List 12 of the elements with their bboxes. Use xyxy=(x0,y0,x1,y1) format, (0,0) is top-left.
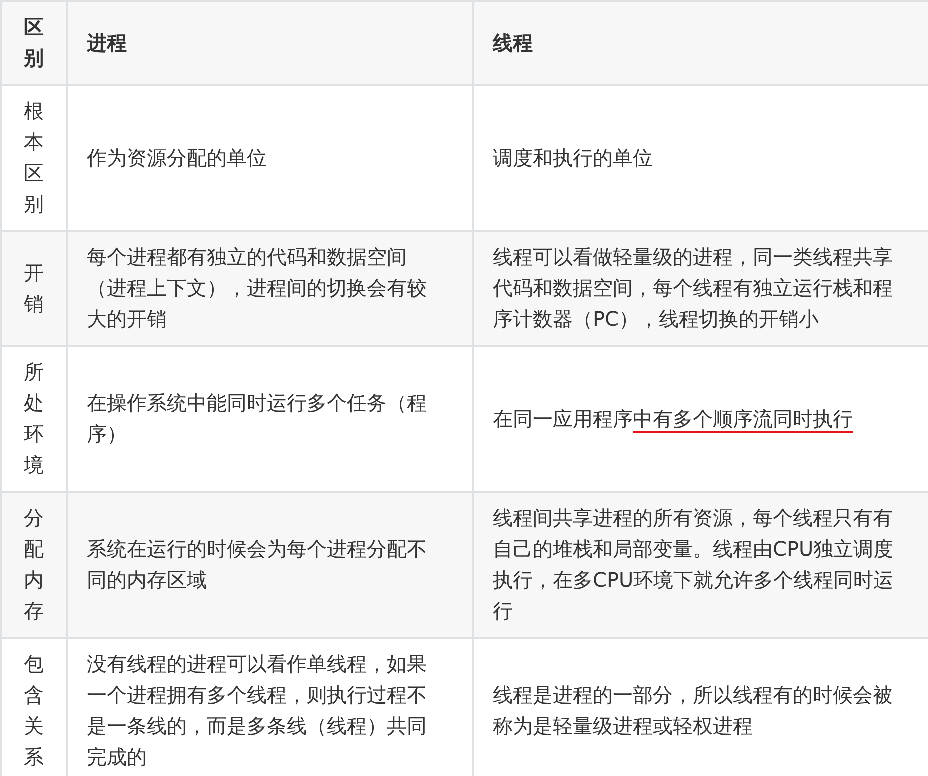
table-cell: 每个进程都有独立的代码和数据空间（进程上下文），进程间的切换会有较大的开销 xyxy=(67,231,473,346)
column-header: 进程 xyxy=(67,1,473,85)
column-header: 区别 xyxy=(1,1,67,85)
table-cell: 系统在运行的时候会为每个进程分配不同的内存区域 xyxy=(67,492,473,638)
row-header-cell: 所处环境 xyxy=(1,346,67,492)
row-header-cell: 分配内存 xyxy=(1,492,67,638)
row-header-cell: 根本区别 xyxy=(1,85,67,231)
column-header: 线程 xyxy=(473,1,928,85)
row-header-cell: 开销 xyxy=(1,231,67,346)
row-header-cell: 包含关系 xyxy=(1,638,67,776)
table-cell: 线程可以看做轻量级的进程，同一类线程共享代码和数据空间，每个线程有独立运行栈和程序计数器（PC），线程切换的开销小 xyxy=(473,231,928,346)
table-cell: 线程间共享进程的所有资源，每个线程只有有自己的堆栈和局部变量。线程由CPU独立调度执行，在多CPU环境下就允许多个线程同时运行 xyxy=(473,492,928,638)
